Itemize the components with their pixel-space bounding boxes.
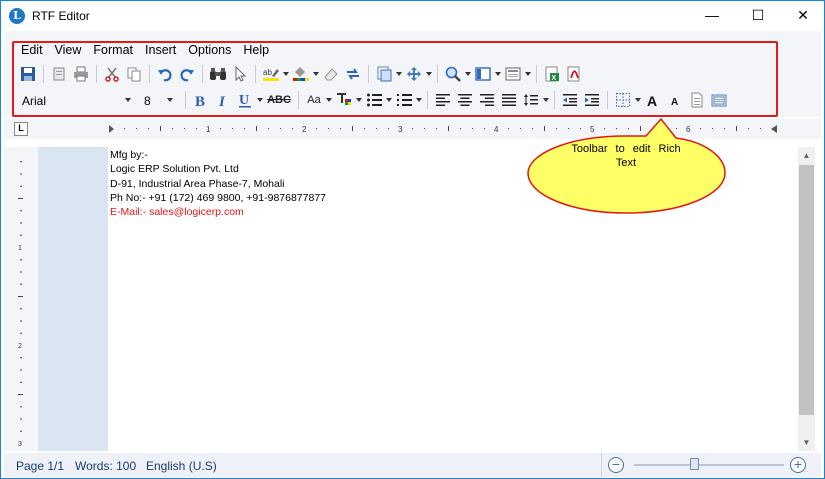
- ruler-number: 4: [494, 125, 499, 134]
- zoom-in-icon[interactable]: +: [790, 457, 806, 473]
- ruler-tick: [388, 128, 389, 129]
- ruler-tick: [20, 173, 22, 175]
- ruler-number: 2: [302, 125, 307, 134]
- document-line-email[interactable]: E-Mail:- sales@logicerp.com: [110, 206, 244, 218]
- ruler-tick: [268, 128, 269, 129]
- ruler-tick: [18, 296, 23, 297]
- ruler-tick: [148, 128, 149, 129]
- word-count: Words: 100: [75, 459, 137, 473]
- ruler-tick: [376, 128, 377, 129]
- document-line[interactable]: Mfg by:-: [110, 149, 148, 161]
- ruler-tick: [736, 126, 737, 131]
- page-left-margin: [38, 147, 108, 451]
- status-bar: Page 1/1 Words: 100 English (U.S) − +: [4, 453, 821, 477]
- ruler-tick: [18, 198, 23, 199]
- ruler-tick: [184, 128, 185, 129]
- ruler-tick: [340, 128, 341, 129]
- app-logo-icon: L: [9, 8, 25, 24]
- ruler-number: 1: [206, 125, 211, 134]
- zoom-control: − +: [601, 453, 821, 477]
- ruler-tick: [20, 259, 22, 261]
- ruler-tick: [20, 320, 22, 322]
- ruler-tick: [760, 128, 761, 129]
- left-indent-marker[interactable]: [109, 125, 114, 133]
- ruler-tick: [20, 222, 22, 224]
- ruler-number: 3: [18, 441, 22, 448]
- ruler-tick: [460, 128, 461, 129]
- language-indicator[interactable]: English (U.S): [146, 459, 217, 473]
- ruler-tick: [220, 128, 221, 129]
- document-line[interactable]: D-91, Industrial Area Phase-7, Mohali: [110, 178, 285, 190]
- ruler-tick: [20, 332, 22, 334]
- ruler-tick: [412, 128, 413, 129]
- ruler-tick: [20, 185, 22, 187]
- vertical-ruler-ticks: 1 2 3: [18, 161, 23, 448]
- ruler-tick: [448, 126, 449, 131]
- ruler-tick: [136, 128, 137, 129]
- toolbar-highlight-box: [12, 41, 778, 117]
- ruler-tick: [20, 271, 22, 273]
- ruler-tick: [20, 283, 22, 285]
- ruler-tick: [124, 128, 125, 129]
- ruler-tick: [160, 126, 161, 131]
- ruler-tick: [20, 369, 22, 371]
- ruler-tick: [20, 234, 22, 236]
- ruler-tick: [280, 128, 281, 129]
- close-button[interactable]: ✕: [780, 1, 825, 31]
- zoom-slider-track[interactable]: [634, 464, 784, 466]
- ruler-tick: [18, 394, 23, 395]
- ruler-tick: [20, 308, 22, 310]
- title-bar: L RTF Editor — ☐ ✕: [1, 1, 824, 31]
- window-title: RTF Editor: [32, 9, 90, 23]
- scrollbar-thumb[interactable]: [799, 165, 814, 415]
- ruler-tick: [172, 128, 173, 129]
- minimize-button[interactable]: —: [689, 1, 735, 31]
- document-line[interactable]: Logic ERP Solution Pvt. Ltd: [110, 163, 239, 175]
- ruler-tick: [328, 128, 329, 129]
- maximize-button[interactable]: ☐: [735, 1, 781, 31]
- ruler-tick: [20, 357, 22, 359]
- vertical-ruler[interactable]: 1 2 3: [14, 147, 28, 451]
- zoom-slider-thumb[interactable]: [690, 458, 699, 470]
- scroll-down-icon[interactable]: ▼: [798, 434, 815, 451]
- right-indent-marker[interactable]: [771, 125, 777, 133]
- ruler-tick: [472, 128, 473, 129]
- ruler-tick: [20, 210, 22, 212]
- page-indicator: Page 1/1: [16, 459, 65, 473]
- ruler-tick: [292, 128, 293, 129]
- ruler-tick: [20, 161, 22, 163]
- ruler-tick: [484, 128, 485, 129]
- ruler-number: 1: [18, 245, 22, 252]
- vertical-scrollbar[interactable]: ▲ ▼: [798, 147, 815, 451]
- scroll-up-icon[interactable]: ▲: [798, 147, 815, 164]
- ruler-number: 3: [398, 125, 403, 134]
- ruler-tick: [244, 128, 245, 129]
- ruler-tick: [508, 128, 509, 129]
- document-line[interactable]: Ph No:- +91 (172) 469 9800, +91-98768778…: [110, 192, 326, 204]
- callout-text: Toolbar to edit Rich Text: [571, 143, 681, 169]
- ruler-tick: [20, 381, 22, 383]
- ruler-tick: [20, 418, 22, 420]
- zoom-out-icon[interactable]: −: [608, 457, 624, 473]
- ruler-tick: [352, 126, 353, 131]
- rtf-editor-window: L RTF Editor — ☐ ✕ Edit View Format Inse…: [0, 0, 825, 479]
- ruler-tick: [196, 128, 197, 129]
- ruler-tick: [20, 430, 22, 432]
- ruler-tick: [424, 128, 425, 129]
- ruler-tick: [20, 406, 22, 408]
- ruler-tick: [748, 128, 749, 129]
- ruler-tick: [316, 128, 317, 129]
- tab-stop-selector[interactable]: L: [14, 122, 28, 136]
- ruler-tick: [232, 128, 233, 129]
- ruler-tick: [364, 128, 365, 129]
- ruler-tick: [256, 126, 257, 131]
- ruler-number: 2: [18, 343, 22, 350]
- ruler-tick: [436, 128, 437, 129]
